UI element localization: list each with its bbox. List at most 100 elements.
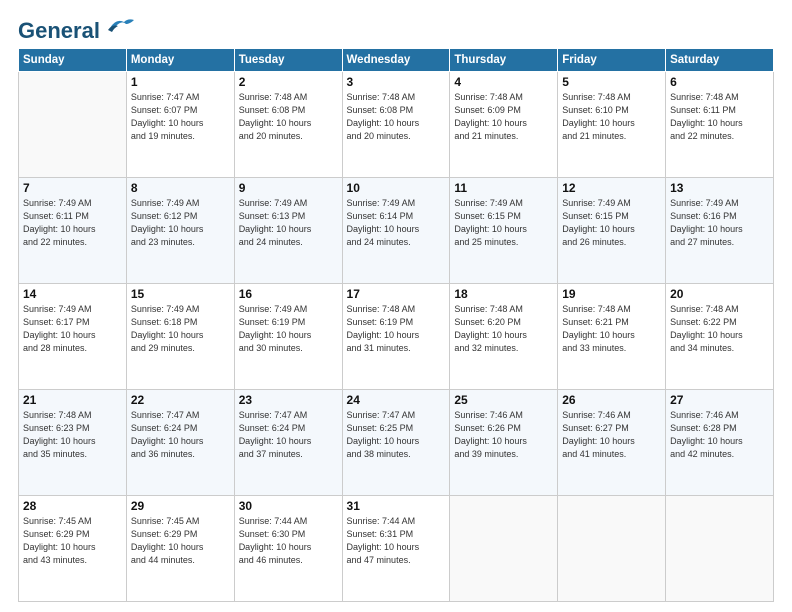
calendar-header-row: SundayMondayTuesdayWednesdayThursdayFrid… — [19, 49, 774, 72]
day-number: 10 — [347, 181, 446, 195]
col-header-thursday: Thursday — [450, 49, 558, 72]
day-number: 24 — [347, 393, 446, 407]
day-info: Sunrise: 7:48 AM Sunset: 6:22 PM Dayligh… — [670, 303, 769, 355]
day-info: Sunrise: 7:49 AM Sunset: 6:19 PM Dayligh… — [239, 303, 338, 355]
calendar-week-2: 7 Sunrise: 7:49 AM Sunset: 6:11 PM Daylig… — [19, 178, 774, 284]
page: General SundayMondayTuesdayWednesdayThur… — [0, 0, 792, 612]
calendar-cell: 4 Sunrise: 7:48 AM Sunset: 6:09 PM Daylig… — [450, 72, 558, 178]
day-info: Sunrise: 7:47 AM Sunset: 6:25 PM Dayligh… — [347, 409, 446, 461]
calendar-cell: 8Sunrise: 7:49 AM Sunset: 6:12 PM Daylig… — [126, 178, 234, 284]
calendar-cell: 1 Sunrise: 7:47 AM Sunset: 6:07 PM Daylig… — [126, 72, 234, 178]
calendar-cell: 15 Sunrise: 7:49 AM Sunset: 6:18 PM Dayli… — [126, 284, 234, 390]
day-info: Sunrise: 7:46 AM Sunset: 6:27 PM Dayligh… — [562, 409, 661, 461]
calendar-cell — [450, 496, 558, 602]
day-number: 3 — [347, 75, 446, 89]
day-number: 19 — [562, 287, 661, 301]
calendar-cell: 19Sunrise: 7:48 AM Sunset: 6:21 PM Dayli… — [558, 284, 666, 390]
calendar-cell — [19, 72, 127, 178]
day-info: Sunrise: 7:49 AM Sunset: 6:14 PM Dayligh… — [347, 197, 446, 249]
day-info: Sunrise: 7:47 AM Sunset: 6:24 PM Dayligh… — [131, 409, 230, 461]
day-number: 9 — [239, 181, 338, 195]
day-number: 29 — [131, 499, 230, 513]
calendar-cell: 16 Sunrise: 7:49 AM Sunset: 6:19 PM Dayli… — [234, 284, 342, 390]
calendar-cell — [666, 496, 774, 602]
day-number: 28 — [23, 499, 122, 513]
calendar-cell: 2 Sunrise: 7:48 AM Sunset: 6:08 PM Daylig… — [234, 72, 342, 178]
calendar-cell: 5 Sunrise: 7:48 AM Sunset: 6:10 PM Daylig… — [558, 72, 666, 178]
day-info: Sunrise: 7:49 AM Sunset: 6:15 PM Dayligh… — [454, 197, 553, 249]
day-info: Sunrise: 7:48 AM Sunset: 6:09 PM Dayligh… — [454, 91, 553, 143]
calendar-cell: 9Sunrise: 7:49 AM Sunset: 6:13 PM Daylig… — [234, 178, 342, 284]
day-number: 5 — [562, 75, 661, 89]
day-number: 17 — [347, 287, 446, 301]
calendar-cell: 23 Sunrise: 7:47 AM Sunset: 6:24 PM Dayli… — [234, 390, 342, 496]
day-info: Sunrise: 7:49 AM Sunset: 6:11 PM Dayligh… — [23, 197, 122, 249]
day-info: Sunrise: 7:48 AM Sunset: 6:19 PM Dayligh… — [347, 303, 446, 355]
day-number: 7 — [23, 181, 122, 195]
calendar-cell: 21Sunrise: 7:48 AM Sunset: 6:23 PM Dayli… — [19, 390, 127, 496]
calendar-cell: 12 Sunrise: 7:49 AM Sunset: 6:15 PM Dayli… — [558, 178, 666, 284]
day-info: Sunrise: 7:48 AM Sunset: 6:20 PM Dayligh… — [454, 303, 553, 355]
day-number: 12 — [562, 181, 661, 195]
day-number: 31 — [347, 499, 446, 513]
calendar-week-1: 1 Sunrise: 7:47 AM Sunset: 6:07 PM Daylig… — [19, 72, 774, 178]
day-info: Sunrise: 7:48 AM Sunset: 6:08 PM Dayligh… — [347, 91, 446, 143]
day-info: Sunrise: 7:44 AM Sunset: 6:31 PM Dayligh… — [347, 515, 446, 567]
calendar-table: SundayMondayTuesdayWednesdayThursdayFrid… — [18, 48, 774, 602]
day-info: Sunrise: 7:44 AM Sunset: 6:30 PM Dayligh… — [239, 515, 338, 567]
calendar-cell: 10 Sunrise: 7:49 AM Sunset: 6:14 PM Dayli… — [342, 178, 450, 284]
col-header-saturday: Saturday — [666, 49, 774, 72]
day-info: Sunrise: 7:48 AM Sunset: 6:08 PM Dayligh… — [239, 91, 338, 143]
header: General — [18, 18, 774, 38]
day-info: Sunrise: 7:45 AM Sunset: 6:29 PM Dayligh… — [23, 515, 122, 567]
calendar-cell: 20 Sunrise: 7:48 AM Sunset: 6:22 PM Dayli… — [666, 284, 774, 390]
day-number: 11 — [454, 181, 553, 195]
day-number: 26 — [562, 393, 661, 407]
day-info: Sunrise: 7:48 AM Sunset: 6:11 PM Dayligh… — [670, 91, 769, 143]
calendar-week-3: 14Sunrise: 7:49 AM Sunset: 6:17 PM Dayli… — [19, 284, 774, 390]
day-number: 4 — [454, 75, 553, 89]
logo-general: General — [18, 18, 100, 44]
calendar-cell: 28 Sunrise: 7:45 AM Sunset: 6:29 PM Dayli… — [19, 496, 127, 602]
day-number: 16 — [239, 287, 338, 301]
day-number: 1 — [131, 75, 230, 89]
day-info: Sunrise: 7:45 AM Sunset: 6:29 PM Dayligh… — [131, 515, 230, 567]
day-number: 22 — [131, 393, 230, 407]
col-header-sunday: Sunday — [19, 49, 127, 72]
calendar-cell: 7 Sunrise: 7:49 AM Sunset: 6:11 PM Daylig… — [19, 178, 127, 284]
day-info: Sunrise: 7:48 AM Sunset: 6:10 PM Dayligh… — [562, 91, 661, 143]
day-info: Sunrise: 7:49 AM Sunset: 6:15 PM Dayligh… — [562, 197, 661, 249]
col-header-monday: Monday — [126, 49, 234, 72]
day-number: 20 — [670, 287, 769, 301]
day-info: Sunrise: 7:49 AM Sunset: 6:18 PM Dayligh… — [131, 303, 230, 355]
day-number: 25 — [454, 393, 553, 407]
day-number: 2 — [239, 75, 338, 89]
day-info: Sunrise: 7:47 AM Sunset: 6:07 PM Dayligh… — [131, 91, 230, 143]
calendar-cell: 18 Sunrise: 7:48 AM Sunset: 6:20 PM Dayli… — [450, 284, 558, 390]
day-number: 14 — [23, 287, 122, 301]
day-number: 27 — [670, 393, 769, 407]
day-number: 6 — [670, 75, 769, 89]
day-info: Sunrise: 7:46 AM Sunset: 6:28 PM Dayligh… — [670, 409, 769, 461]
day-info: Sunrise: 7:47 AM Sunset: 6:24 PM Dayligh… — [239, 409, 338, 461]
day-number: 15 — [131, 287, 230, 301]
logo: General — [18, 18, 134, 38]
calendar-cell: 25 Sunrise: 7:46 AM Sunset: 6:26 PM Dayli… — [450, 390, 558, 496]
col-header-friday: Friday — [558, 49, 666, 72]
calendar-cell: 13Sunrise: 7:49 AM Sunset: 6:16 PM Dayli… — [666, 178, 774, 284]
calendar-week-4: 21Sunrise: 7:48 AM Sunset: 6:23 PM Dayli… — [19, 390, 774, 496]
calendar-cell: 30 Sunrise: 7:44 AM Sunset: 6:30 PM Dayli… — [234, 496, 342, 602]
calendar-cell: 27 Sunrise: 7:46 AM Sunset: 6:28 PM Dayli… — [666, 390, 774, 496]
calendar-cell: 22 Sunrise: 7:47 AM Sunset: 6:24 PM Dayli… — [126, 390, 234, 496]
logo-bird-icon — [102, 16, 134, 38]
calendar-cell: 26 Sunrise: 7:46 AM Sunset: 6:27 PM Dayli… — [558, 390, 666, 496]
day-number: 30 — [239, 499, 338, 513]
day-number: 18 — [454, 287, 553, 301]
calendar-cell: 11 Sunrise: 7:49 AM Sunset: 6:15 PM Dayli… — [450, 178, 558, 284]
day-info: Sunrise: 7:48 AM Sunset: 6:23 PM Dayligh… — [23, 409, 122, 461]
day-info: Sunrise: 7:49 AM Sunset: 6:16 PM Dayligh… — [670, 197, 769, 249]
day-number: 23 — [239, 393, 338, 407]
calendar-cell: 14Sunrise: 7:49 AM Sunset: 6:17 PM Dayli… — [19, 284, 127, 390]
calendar-cell: 24 Sunrise: 7:47 AM Sunset: 6:25 PM Dayli… — [342, 390, 450, 496]
day-info: Sunrise: 7:46 AM Sunset: 6:26 PM Dayligh… — [454, 409, 553, 461]
